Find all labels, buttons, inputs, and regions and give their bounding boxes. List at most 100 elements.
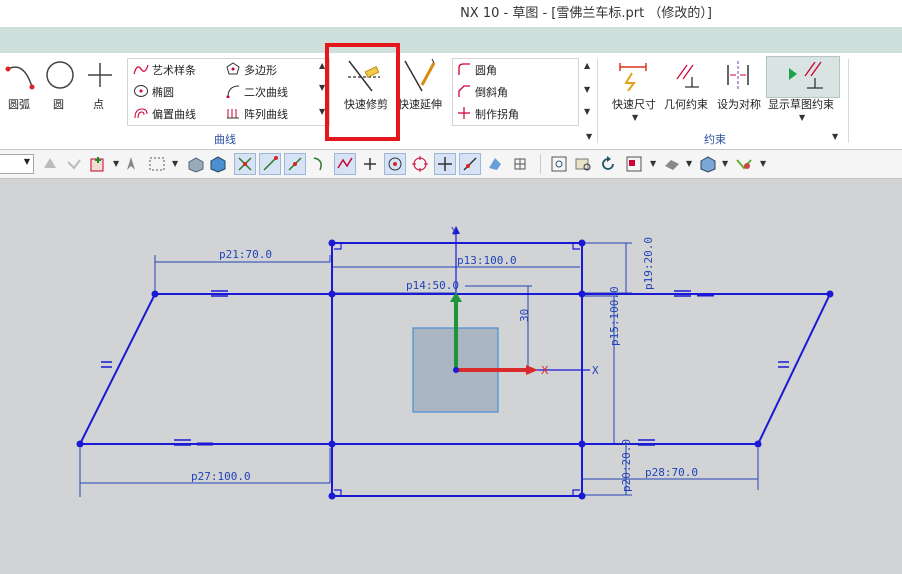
rapid-dimension-label[interactable]: 快速尺寸 [612,96,656,112]
make-corner-icon[interactable] [457,106,471,120]
geometric-constraints-icon[interactable] [671,61,703,91]
conic-label[interactable]: 二次曲线 [244,84,288,100]
offset-curve-label[interactable]: 偏置曲线 [152,106,196,122]
display-sketch-constraints-label[interactable]: 显示草图约束 [768,96,834,112]
x-axis-label: X [592,364,599,377]
offset-curve-icon[interactable] [133,106,149,120]
quick-trim-highlight-box [325,43,400,141]
chamfer-icon[interactable] [457,84,471,98]
arc-button-label[interactable]: 圆弧 [8,96,30,112]
make-corner-label[interactable]: 制作拐角 [475,106,519,122]
ribbon-tab-strip [0,27,902,53]
dimension-p14[interactable]: p14:50.0 [406,279,459,292]
selection-toolbar: ▼ ▼ ▼ ▼ ▼ ▼ ▼ [0,150,902,179]
dimension-p19[interactable]: p19:20.0 [642,237,655,290]
display-constraints-dropdown-icon[interactable]: ▼ [799,113,805,122]
snap-quadrant-icon[interactable] [410,154,430,174]
group-divider [597,59,598,143]
quick-extend-icon[interactable] [400,57,436,93]
visibility-icon[interactable] [734,154,754,174]
group-divider [848,59,849,143]
pattern-curve-icon[interactable] [226,106,240,120]
rapid-dimension-dropdown-icon[interactable]: ▼ [632,113,638,122]
studio-spline-label[interactable]: 艺术样条 [152,62,196,78]
chamfer-label[interactable]: 倒斜角 [475,84,508,100]
orient-view-icon[interactable] [624,154,644,174]
constraints-group-expand-icon[interactable]: ▼ [832,132,838,141]
toolbar-dropdown-icon[interactable]: ▼ [722,159,728,168]
snap-intersection-icon[interactable] [334,153,356,175]
toolbar-dropdown-icon[interactable]: ▼ [172,159,178,168]
dimension-p15[interactable]: p15:100.0 [608,286,621,346]
zoom-icon[interactable] [573,154,593,174]
toolbar-dropdown-icon[interactable]: ▼ [686,159,692,168]
title-bar: NX 10 - 草图 - [雪佛兰车标.prt （修改的）] [0,0,902,27]
snap-curve-icon[interactable] [310,154,330,174]
make-symmetric-label[interactable]: 设为对称 [717,96,761,112]
snap-perpendicular-icon[interactable] [360,154,380,174]
dimension-p21[interactable]: p21:70.0 [219,248,272,261]
geometric-constraints-label[interactable]: 几何约束 [664,96,708,112]
quick-extend-label[interactable]: 快速延伸 [398,96,442,112]
toolbar-dropdown-icon[interactable]: ▼ [760,159,766,168]
fillet-gallery-more-icon[interactable]: ▼ [584,107,590,116]
snap-line-icon[interactable] [259,153,281,175]
circle-icon[interactable] [44,59,76,91]
snap-disabled-icon[interactable] [64,154,84,174]
dimension-p20[interactable]: p20:20.0 [620,439,633,492]
snap-face-icon[interactable] [485,154,505,174]
display-sketch-constraints-button[interactable] [766,56,840,98]
snap-center-icon[interactable] [384,153,406,175]
fillet-gallery-up-icon[interactable]: ▲ [584,61,590,70]
window-title: NX 10 - 草图 - [雪佛兰车标.prt （修改的）] [460,6,712,21]
toolbar-dropdown-icon[interactable]: ▼ [650,159,656,168]
pattern-curve-label[interactable]: 阵列曲线 [244,106,288,122]
constraints-group-label: 约束 [704,133,726,146]
curve-group-expand-icon[interactable]: ▼ [586,132,592,141]
y-axis-label: Y [451,225,458,238]
rectangle-select-icon[interactable] [147,154,167,174]
point-icon[interactable] [86,61,114,89]
view-shaded-icon[interactable] [186,154,206,174]
point-button-label[interactable]: 点 [93,96,104,112]
dimension-offset-30[interactable]: 30 [518,309,531,322]
conic-icon[interactable] [226,84,240,99]
sketch-drawing[interactable]: p21:70.0 p13:100.0 p14:50.0 p19:20.0 p15… [0,179,902,571]
dimension-p28[interactable]: p28:70.0 [645,466,698,479]
graphics-window[interactable]: p21:70.0 p13:100.0 p14:50.0 p19:20.0 p15… [0,179,902,571]
csys-x-label: X [541,364,549,377]
rapid-dimension-icon[interactable] [616,59,652,92]
chevron-down-icon: ▼ [23,157,30,166]
toolbar-dropdown-icon[interactable]: ▼ [113,159,119,168]
rotate-icon[interactable] [598,154,618,174]
select-filter-icon[interactable] [40,154,60,174]
snap-point-on-curve-icon[interactable] [434,153,456,175]
ellipse-label[interactable]: 椭圆 [152,84,174,100]
pick-point-icon[interactable] [121,154,141,174]
snap-tangent-icon[interactable] [459,153,481,175]
toolbar-separator [540,154,541,174]
type-filter-select[interactable]: ▼ [0,154,34,174]
snap-midpoint-icon[interactable] [284,153,306,175]
polygon-icon[interactable] [226,62,240,76]
fillet-icon[interactable] [457,62,471,76]
solid-body-icon[interactable] [208,154,228,174]
arc-icon[interactable] [4,59,36,91]
dimension-p13[interactable]: p13:100.0 [457,254,517,267]
ellipse-icon[interactable] [133,84,149,98]
polygon-label[interactable]: 多边形 [244,62,277,78]
studio-spline-icon[interactable] [133,62,149,76]
snap-endpoints-icon[interactable] [234,153,256,175]
curve-group-label: 曲线 [214,133,236,146]
render-style-icon[interactable] [662,154,682,174]
fillet-gallery-down-icon[interactable]: ▼ [584,85,590,94]
dimension-p27[interactable]: p27:100.0 [191,470,251,483]
selection-scope-icon[interactable] [88,154,108,174]
circle-button-label[interactable]: 圆 [53,96,64,112]
fit-view-icon[interactable] [549,154,569,174]
fillet-label[interactable]: 圆角 [475,62,497,78]
snap-grid-icon[interactable] [510,154,530,174]
display-constraints-icon [789,61,823,89]
edge-display-icon[interactable] [698,154,718,174]
make-symmetric-icon[interactable] [722,59,754,91]
